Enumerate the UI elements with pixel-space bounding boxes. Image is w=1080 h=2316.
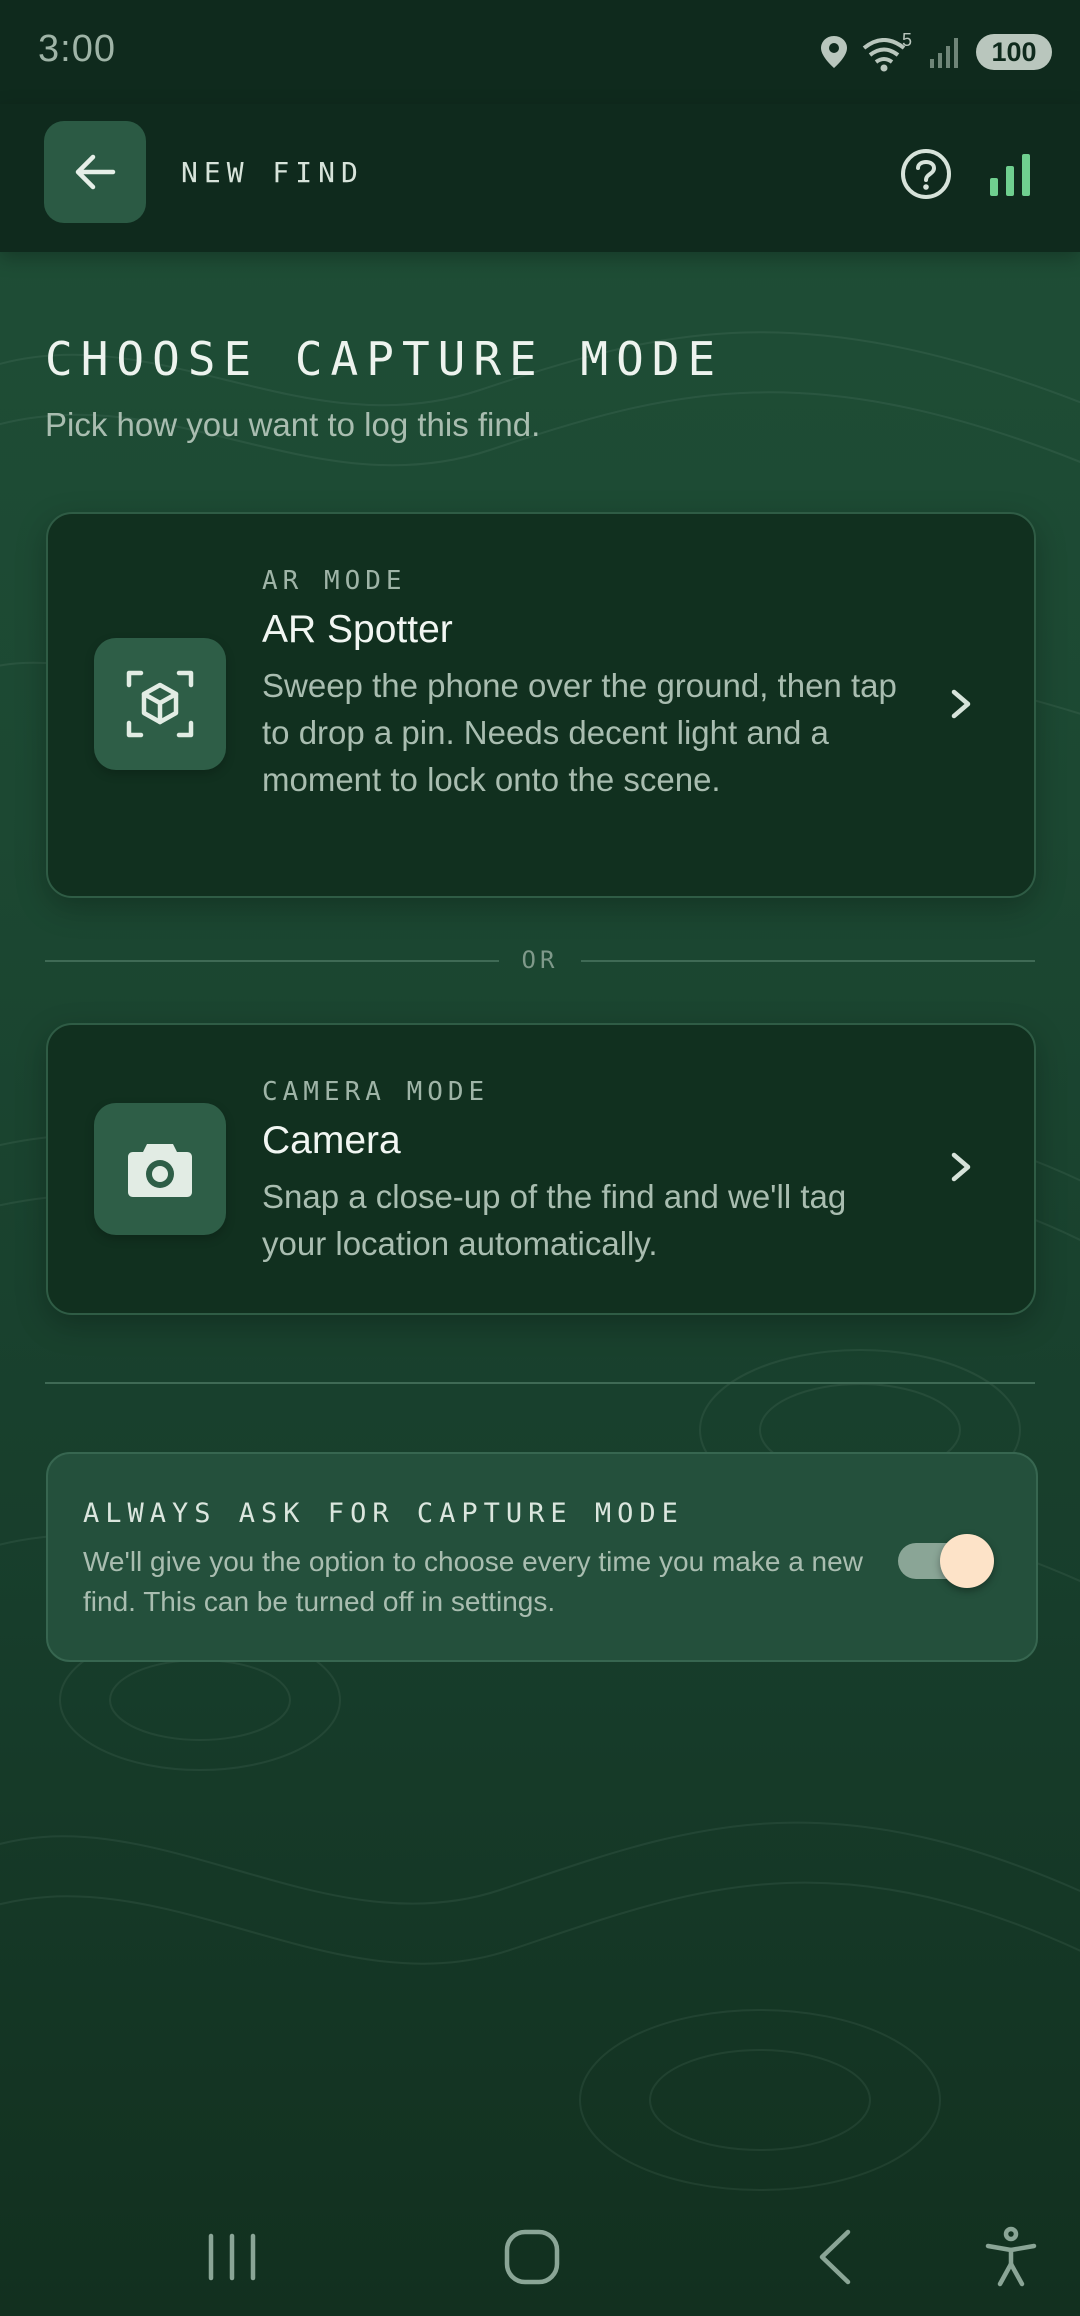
- ar-icon-tile: [94, 638, 226, 770]
- camera-mode-description: Snap a close-up of the find and we'll ta…: [262, 1178, 847, 1262]
- ar-mode-description: Sweep the phone over the ground, then ta…: [262, 667, 897, 798]
- ar-cube-icon: [126, 670, 194, 738]
- divider-line-left: [45, 960, 499, 962]
- wifi-indicator: 5: [862, 30, 914, 72]
- home-icon[interactable]: [497, 2222, 567, 2292]
- wifi-icon: [862, 38, 906, 72]
- stats-icon[interactable]: [982, 146, 1038, 202]
- or-divider: OR: [45, 946, 1035, 976]
- camera-icon: [128, 1144, 192, 1197]
- ar-mode-title: AR Spotter: [262, 608, 453, 651]
- app-title: NEW FIND: [181, 156, 364, 189]
- setting-description: We'll give you the option to choose ever…: [83, 1546, 863, 1617]
- ar-mode-kicker: AR MODE: [262, 566, 407, 596]
- always-ask-toggle[interactable]: [898, 1534, 994, 1588]
- page-title: CHOOSE CAPTURE MODE: [45, 332, 724, 386]
- location-icon: [821, 36, 847, 68]
- status-bar: 3:00 5 100: [0, 0, 1080, 104]
- recents-icon[interactable]: [197, 2222, 267, 2292]
- camera-mode-card[interactable]: CAMERA MODE Camera Snap a close-up of th…: [46, 1023, 1036, 1315]
- status-time: 3:00: [38, 28, 116, 70]
- signal-icon: [930, 38, 958, 68]
- divider-line-right: [581, 960, 1035, 962]
- wifi-badge: 5: [902, 30, 913, 50]
- toggle-knob: [940, 1534, 994, 1588]
- nav-back-icon[interactable]: [800, 2222, 870, 2292]
- app-bar: NEW FIND: [0, 104, 1080, 252]
- chevron-right-icon: [951, 689, 971, 719]
- status-icons: 5 100: [820, 30, 1052, 74]
- back-button[interactable]: [44, 121, 146, 223]
- system-nav-bar: [0, 2200, 1080, 2316]
- camera-mode-title: Camera: [262, 1119, 401, 1162]
- ar-mode-card[interactable]: AR MODE AR Spotter Sweep the phone over …: [46, 512, 1036, 898]
- setting-title: ALWAYS ASK FOR CAPTURE MODE: [83, 1498, 684, 1529]
- accessibility-icon[interactable]: [976, 2222, 1046, 2292]
- battery-indicator: 100: [976, 34, 1052, 70]
- always-ask-setting-card: ALWAYS ASK FOR CAPTURE MODE We'll give y…: [46, 1452, 1038, 1662]
- section-divider: [45, 1382, 1035, 1384]
- camera-icon-tile: [94, 1103, 226, 1235]
- arrow-left-icon: [75, 154, 116, 190]
- help-icon[interactable]: [898, 146, 954, 202]
- or-label: OR: [521, 946, 559, 974]
- chevron-right-icon: [951, 1152, 971, 1182]
- camera-mode-kicker: CAMERA MODE: [262, 1077, 490, 1107]
- page-subtitle: Pick how you want to log this find.: [45, 406, 541, 443]
